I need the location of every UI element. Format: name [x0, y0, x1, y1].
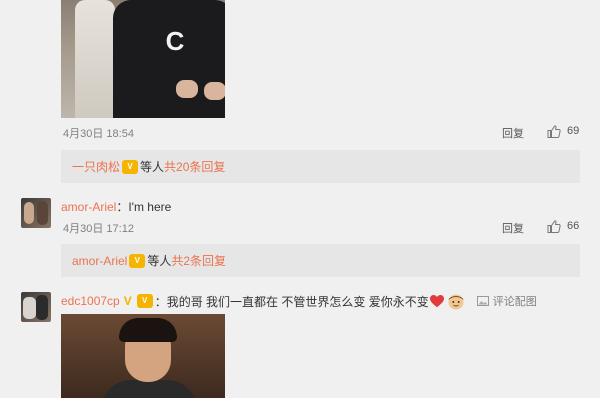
reply-button[interactable]: 回复 [502, 125, 524, 141]
avatar-figure [23, 297, 36, 319]
photo-shirt [101, 380, 197, 398]
avatar-figure [24, 202, 34, 224]
like-count: 69 [567, 125, 580, 137]
photo-hair [119, 318, 177, 342]
comment-pic-label[interactable]: 评论配图 [493, 293, 537, 309]
subreply-summary[interactable]: 一只肉松 V 等人 共20条回复 [61, 150, 580, 183]
comment-text: ：我的哥 我们一直都在 不管世界怎么变 爱你永不变 [154, 294, 429, 309]
avatar-figure [36, 295, 48, 320]
like-count: 66 [567, 220, 580, 232]
photo-person [75, 0, 115, 118]
avatar[interactable] [21, 198, 51, 228]
user-badge-icon: V [136, 294, 153, 308]
avatar[interactable] [21, 292, 51, 322]
emoji-face-icon [448, 294, 464, 310]
thumb-up-icon [547, 125, 561, 138]
subreply-suffix: 等人 [147, 254, 172, 268]
verified-v-icon: V [123, 294, 132, 308]
reply-button[interactable]: 回复 [502, 220, 524, 236]
comment-time: 4月30日 18:54 [63, 128, 134, 140]
comment-pic-indicator[interactable]: 评论配图 [476, 293, 537, 309]
user-badge-icon: V [122, 159, 139, 174]
comment-time: 4月30日 17:12 [63, 223, 134, 235]
comment-image[interactable]: C [61, 0, 225, 118]
subreply-summary[interactable]: amor-Ariel V 等人 共2条回复 [61, 244, 580, 277]
like-button[interactable] [547, 125, 561, 143]
comment-image[interactable] [61, 314, 225, 398]
subreply-user[interactable]: 一只肉松 [72, 158, 120, 175]
like-button[interactable] [547, 220, 561, 238]
heart-icon [429, 295, 444, 308]
subreply-user[interactable]: amor-Ariel [72, 254, 127, 268]
comment-user[interactable]: amor-Ariel [61, 200, 116, 214]
comment-user[interactable]: edc1007cp [61, 294, 120, 308]
comment-text: ：I'm here [116, 200, 172, 214]
subreply-count-link[interactable]: 共2条回复 [171, 252, 226, 269]
comment-body: edc1007cp V V ：我的哥 我们一直都在 不管世界怎么变 爱你永不变 … [61, 292, 537, 310]
subreply-suffix: 等人 [140, 160, 165, 174]
photo-hand [204, 82, 225, 100]
photo-hand [176, 80, 198, 98]
thumb-up-icon [547, 220, 561, 233]
avatar-figure [37, 201, 48, 225]
comment-body: amor-Ariel：I'm here [61, 198, 171, 215]
photo-jacket [113, 0, 225, 118]
jacket-letter: C [165, 26, 185, 56]
image-icon [476, 296, 489, 306]
subreply-count-link[interactable]: 共20条回复 [164, 158, 225, 175]
user-badge-icon: V [129, 253, 146, 268]
